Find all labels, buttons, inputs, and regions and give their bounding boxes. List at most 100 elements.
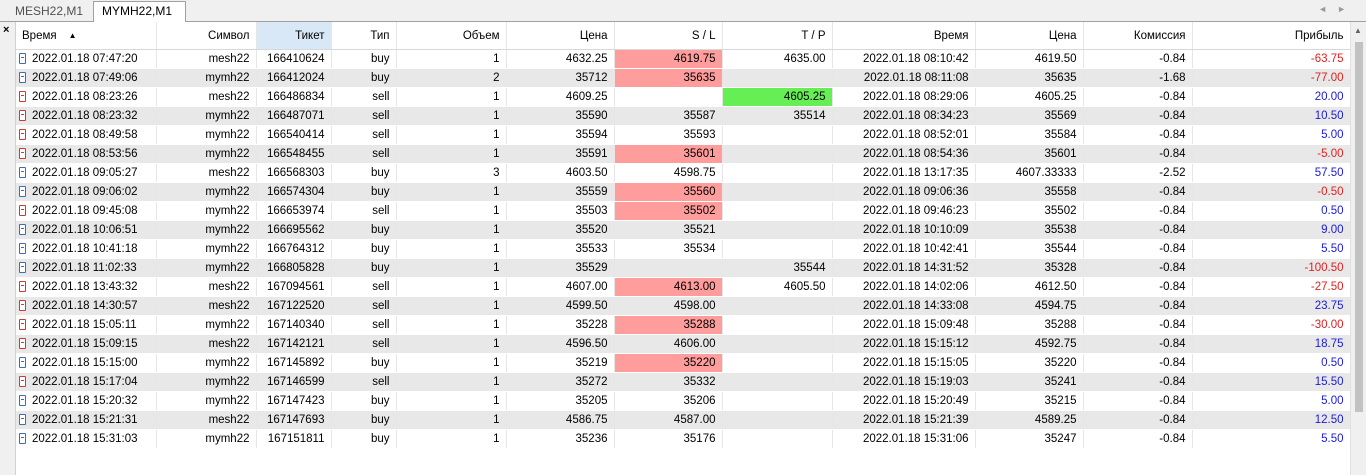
column-header-ticket[interactable]: Тикет	[256, 22, 332, 50]
open-price-cell: 4599.50	[506, 296, 615, 316]
commission-cell: -0.84	[1083, 239, 1193, 259]
table-row[interactable]: 2022.01.18 10:41:18 mymh22 166764312 buy 1 35…	[16, 239, 1350, 259]
close-time-cell: 2022.01.18 10:10:09	[832, 220, 976, 240]
close-price-cell: 4589.25	[975, 410, 1084, 430]
column-header-stop-loss[interactable]: S / L	[614, 22, 723, 50]
table-row[interactable]: 2022.01.18 15:09:15 mesh22 167142121 sell 1 4…	[16, 334, 1350, 354]
open-price-cell: 35205	[506, 391, 615, 411]
table-row[interactable]: 2022.01.18 07:49:06 mymh22 166412024 buy 2 35…	[16, 68, 1350, 88]
profit-cell: 5.50	[1192, 429, 1350, 449]
column-header-volume[interactable]: Объем	[396, 22, 507, 50]
column-header-close-price[interactable]: Цена	[975, 22, 1084, 50]
open-time-cell: 2022.01.18 08:53:56	[16, 144, 157, 164]
type-cell: sell	[331, 125, 397, 145]
table-row[interactable]: 2022.01.18 15:05:11 mymh22 167140340 sell 1 3…	[16, 315, 1350, 335]
open-time-text: 2022.01.18 15:15:00	[32, 357, 138, 369]
close-time-cell: 2022.01.18 08:52:01	[832, 125, 976, 145]
column-header-take-profit[interactable]: T / P	[722, 22, 833, 50]
stop-loss-cell: 35521	[614, 220, 723, 240]
table-row[interactable]: 2022.01.18 15:20:32 mymh22 167147423 buy 1 35…	[16, 391, 1350, 411]
table-row[interactable]: 2022.01.18 15:17:04 mymh22 167146599 sell 1 3…	[16, 372, 1350, 392]
open-time-cell: 2022.01.18 15:21:31	[16, 410, 157, 430]
close-time-cell: 2022.01.18 08:54:36	[832, 144, 976, 164]
take-profit-cell	[722, 201, 833, 221]
scrollbar-thumb[interactable]	[1355, 42, 1363, 412]
stop-loss-cell: 35635	[614, 68, 723, 88]
profit-cell: -30.00	[1192, 315, 1350, 335]
type-cell: buy	[331, 410, 397, 430]
close-time-cell: 2022.01.18 15:31:06	[832, 429, 976, 449]
open-time-cell: 2022.01.18 08:23:26	[16, 87, 157, 107]
open-time-text: 2022.01.18 08:53:56	[32, 148, 138, 160]
tab-mymh22-m1[interactable]: MYMH22,M1	[93, 1, 186, 22]
table-row[interactable]: 2022.01.18 08:53:56 mymh22 166548455 sell 1 3…	[16, 144, 1350, 164]
column-header-open-price[interactable]: Цена	[506, 22, 615, 50]
close-price-cell: 35328	[975, 258, 1084, 278]
volume-cell: 1	[396, 182, 507, 202]
ticket-cell: 166486834	[256, 87, 332, 107]
symbol-cell: mesh22	[156, 163, 257, 183]
open-time-text: 2022.01.18 15:09:15	[32, 338, 138, 350]
open-time-cell: 2022.01.18 15:09:15	[16, 334, 157, 354]
type-cell: buy	[331, 220, 397, 240]
buy-order-icon	[19, 243, 26, 254]
table-row[interactable]: 2022.01.18 08:23:26 mesh22 166486834 sell 1 4…	[16, 87, 1350, 107]
commission-cell: -0.84	[1083, 125, 1193, 145]
ticket-cell: 166568303	[256, 163, 332, 183]
vertical-scrollbar[interactable]: ▲	[1350, 22, 1366, 475]
table-row[interactable]: 2022.01.18 08:23:32 mymh22 166487071 sell 1 3…	[16, 106, 1350, 126]
table-row[interactable]: 2022.01.18 09:05:27 mesh22 166568303 buy 3 46…	[16, 163, 1350, 183]
commission-cell: -0.84	[1083, 277, 1193, 297]
symbol-cell: mesh22	[156, 334, 257, 354]
table-row[interactable]: 2022.01.18 15:15:00 mymh22 167145892 buy 1 35…	[16, 353, 1350, 373]
table-row[interactable]: 2022.01.18 10:06:51 mymh22 166695562 buy 1 35…	[16, 220, 1350, 240]
table-row[interactable]: 2022.01.18 09:45:08 mymh22 166653974 sell 1 3…	[16, 201, 1350, 221]
stop-loss-cell: 4587.00	[614, 410, 723, 430]
close-price-cell: 35601	[975, 144, 1084, 164]
open-time-text: 2022.01.18 08:49:58	[32, 129, 138, 141]
column-header-open-time[interactable]: Время ▲	[16, 22, 157, 50]
column-header-profit[interactable]: Прибыль	[1192, 22, 1350, 50]
table-row[interactable]: 2022.01.18 15:21:31 mesh22 167147693 buy 1 45…	[16, 410, 1350, 430]
close-time-cell: 2022.01.18 09:06:36	[832, 182, 976, 202]
open-time-text: 2022.01.18 08:23:32	[32, 110, 138, 122]
table-row[interactable]: 2022.01.18 07:47:20 mesh22 166410624 buy 1 46…	[16, 49, 1350, 69]
table-row[interactable]: 2022.01.18 08:49:58 mymh22 166540414 sell 1 3…	[16, 125, 1350, 145]
column-header-type[interactable]: Тип	[331, 22, 397, 50]
close-time-cell: 2022.01.18 13:17:35	[832, 163, 976, 183]
type-cell: sell	[331, 372, 397, 392]
column-header-close-time[interactable]: Время	[832, 22, 976, 50]
close-icon[interactable]: ×	[3, 24, 9, 36]
sell-order-icon	[19, 110, 26, 121]
column-header-symbol[interactable]: Символ	[156, 22, 257, 50]
table-row[interactable]: 2022.01.18 13:43:32 mesh22 167094561 sell 1 4…	[16, 277, 1350, 297]
close-time-cell: 2022.01.18 14:33:08	[832, 296, 976, 316]
symbol-cell: mesh22	[156, 277, 257, 297]
symbol-cell: mesh22	[156, 87, 257, 107]
chevron-right-icon[interactable]: ►	[1337, 4, 1356, 14]
table-header-row: Время ▲ Символ Тикет Тип Объем Цена S / L…	[16, 22, 1350, 50]
close-time-cell: 2022.01.18 15:15:05	[832, 353, 976, 373]
table-row[interactable]: 2022.01.18 15:31:03 mymh22 167151811 buy 1 35…	[16, 429, 1350, 449]
sell-order-icon	[19, 129, 26, 140]
table-row[interactable]: 2022.01.18 11:02:33 mymh22 166805828 buy 1 35…	[16, 258, 1350, 278]
chevron-left-icon[interactable]: ◄	[1318, 4, 1337, 14]
profit-cell: 5.00	[1192, 125, 1350, 145]
open-time-text: 2022.01.18 14:30:57	[32, 300, 138, 312]
table-row[interactable]: 2022.01.18 09:06:02 mymh22 166574304 buy 1 35…	[16, 182, 1350, 202]
open-price-cell: 4607.00	[506, 277, 615, 297]
tab-mesh22-m1[interactable]: MESH22,M1	[7, 2, 93, 21]
close-price-cell: 35569	[975, 106, 1084, 126]
commission-cell: -0.84	[1083, 258, 1193, 278]
open-time-text: 2022.01.18 11:02:33	[32, 262, 137, 274]
table-row[interactable]: 2022.01.18 14:30:57 mesh22 167122520 sell 1 4…	[16, 296, 1350, 316]
scroll-up-arrow-icon[interactable]: ▲	[1354, 26, 1362, 35]
volume-cell: 1	[396, 429, 507, 449]
commission-cell: -0.84	[1083, 220, 1193, 240]
take-profit-cell	[722, 144, 833, 164]
stop-loss-cell: 35534	[614, 239, 723, 259]
column-header-commission[interactable]: Комиссия	[1083, 22, 1193, 50]
stop-loss-cell: 35206	[614, 391, 723, 411]
type-cell: buy	[331, 163, 397, 183]
commission-cell: -0.84	[1083, 410, 1193, 430]
